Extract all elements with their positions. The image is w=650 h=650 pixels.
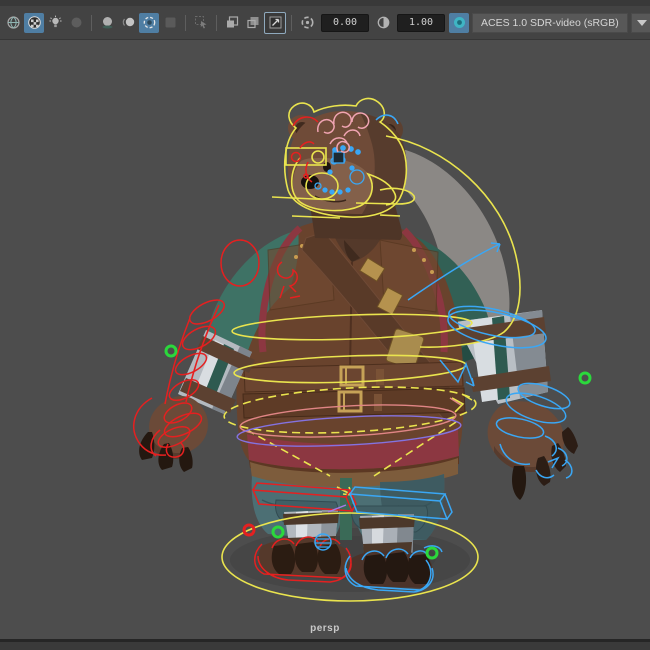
image-plane-button[interactable] [264,11,286,34]
viewport-toolbar: ACES 1.0 SDR-video (sRGB) [0,6,650,40]
shaded-sphere-icon [6,16,20,29]
anti-aliasing-circle-icon [143,16,155,29]
gamma-button[interactable] [373,13,393,33]
cursor-icon [194,16,206,29]
camera-label: persp [310,623,340,634]
exposure-field[interactable] [321,13,369,32]
light-bulb-icon [48,15,62,28]
occlusion-button[interactable] [97,13,117,33]
select-tool-button[interactable] [191,13,211,33]
toolbar-separator [185,14,186,31]
isolate-select-view-button[interactable] [243,13,263,33]
depth-of-field-icon [165,17,175,28]
shaded-display-button[interactable] [3,13,23,33]
overlap-squares-alt-icon [246,17,258,29]
depth-of-field-button[interactable] [160,13,180,33]
isolate-select-button[interactable] [222,13,242,33]
panel-bottom-edge [0,639,650,650]
gamma-icon [377,16,389,29]
exposure-icon [301,16,313,29]
motion-blur-sphere-icon [122,17,134,27]
occlusion-sphere-icon [102,17,112,29]
motion-blur-button[interactable] [118,13,138,33]
scene-svg[interactable] [0,0,650,650]
shadows-button[interactable] [66,13,86,33]
anti-aliasing-button[interactable] [139,12,159,33]
viewport[interactable]: persp [0,0,650,650]
color-management-icon [453,17,465,28]
lighting-button[interactable] [45,13,65,33]
shadows-sphere-icon [71,17,81,28]
textured-display-button[interactable] [24,12,44,33]
toolbar-separator [216,14,217,31]
image-plane-icon [269,16,281,29]
toolbar-separator [91,14,92,31]
chevron-down-icon [636,19,647,26]
gamma-field[interactable] [397,13,445,32]
color-management-button[interactable] [449,12,469,33]
head [287,110,407,240]
maya-viewport-window: { "toolbar": { "background": "#434343", … [0,0,650,650]
view-transform-dropdown-arrow[interactable] [630,12,650,33]
exposure-button[interactable] [297,13,317,33]
overlap-squares-icon [226,16,238,28]
view-transform-dropdown[interactable]: ACES 1.0 SDR-video (sRGB) [472,12,628,33]
textured-sphere-icon [27,16,41,29]
toolbar-separator [291,14,292,31]
bear-character[interactable] [139,110,578,588]
right-paw [487,401,578,500]
left-paw [139,395,208,472]
